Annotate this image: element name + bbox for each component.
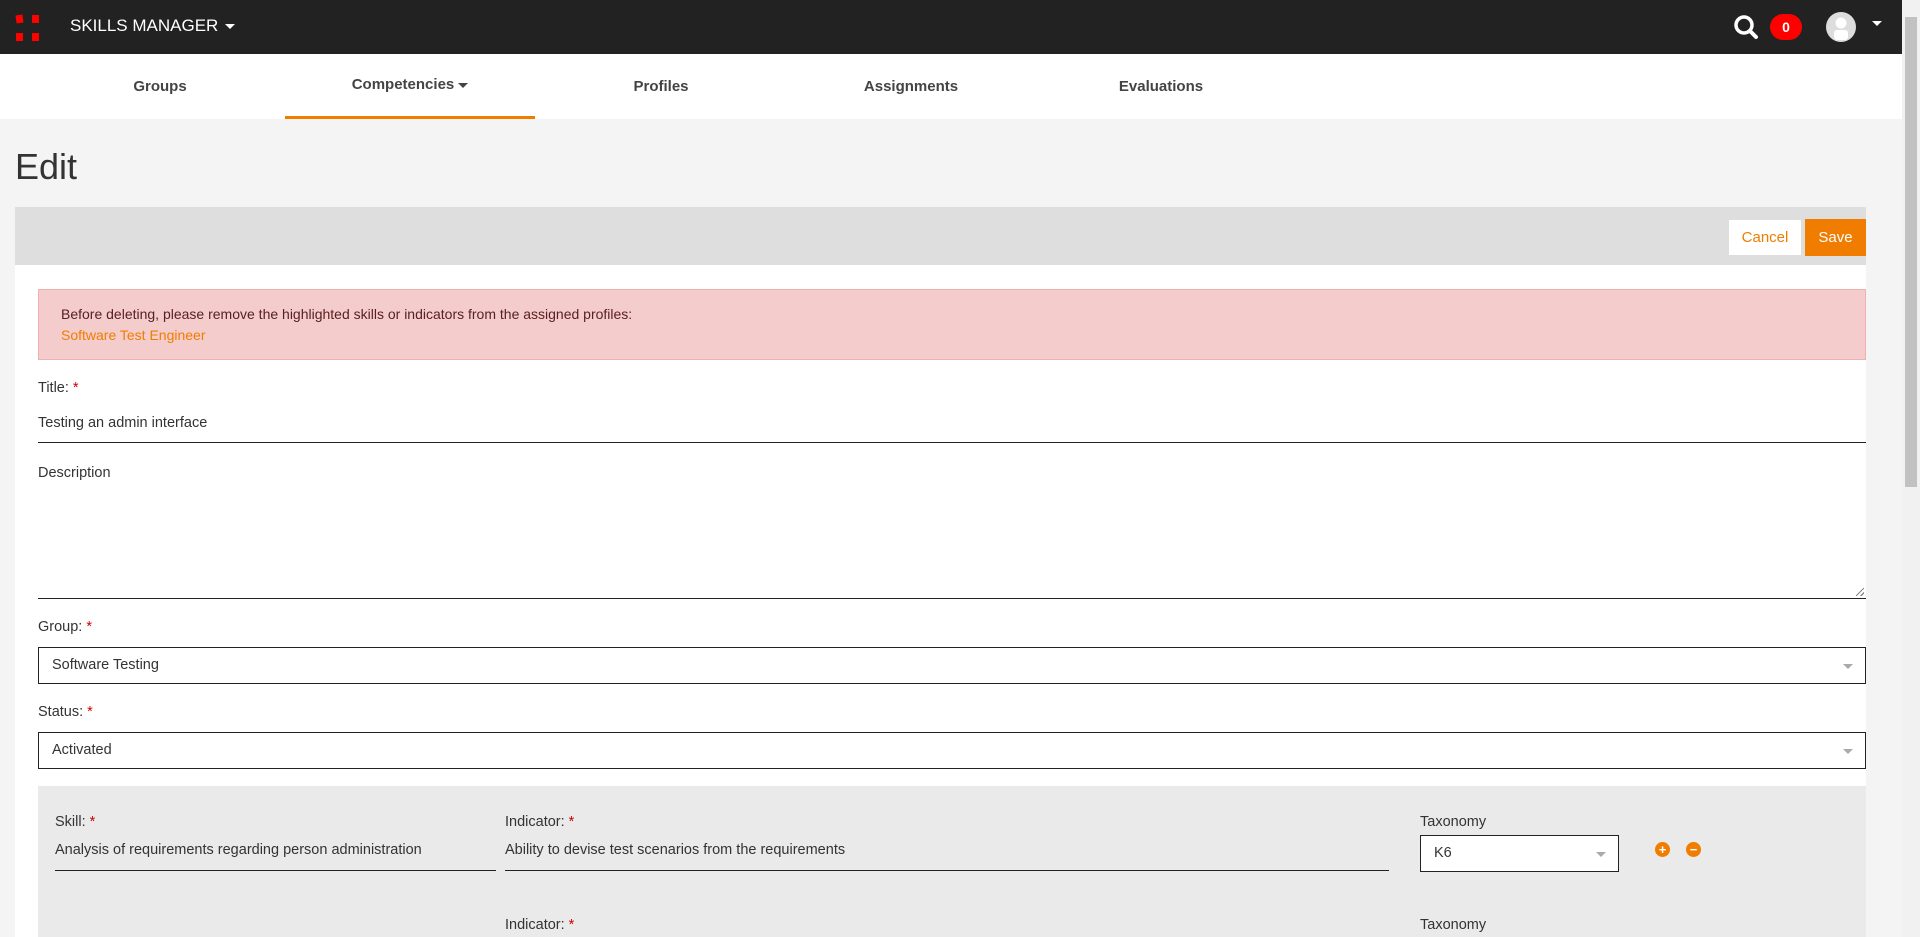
label-text: Group: xyxy=(38,619,83,635)
required-mark: * xyxy=(568,814,575,830)
user-icon xyxy=(1834,17,1848,40)
required-mark: * xyxy=(87,704,93,720)
alert-message: Before deleting, please remove the highl… xyxy=(61,306,633,322)
indicator-label: Indicator: * xyxy=(505,814,574,830)
save-button[interactable]: Save xyxy=(1805,219,1866,256)
tab-assignments[interactable]: Assignments xyxy=(786,54,1036,119)
edit-form: Before deleting, please remove the highl… xyxy=(15,265,1866,937)
skill-label: Skill: * xyxy=(55,814,95,830)
skills-section: Skill: * Indicator: * Taxonomy Analysis of… xyxy=(38,786,1866,937)
search-icon[interactable] xyxy=(1733,14,1759,40)
tab-groups[interactable]: Groups xyxy=(35,54,285,119)
indicator-label-2: Indicator: * xyxy=(505,917,574,933)
vertical-scrollbar[interactable] xyxy=(1902,0,1920,937)
required-mark: * xyxy=(72,380,79,396)
app-name: SKILLS MANAGER xyxy=(70,16,219,35)
label-text: Skill: xyxy=(55,814,86,830)
error-alert: Before deleting, please remove the highl… xyxy=(38,289,1866,360)
status-select[interactable]: Activated xyxy=(38,732,1866,769)
chevron-down-icon xyxy=(1843,663,1853,669)
description-label: Description xyxy=(38,465,111,481)
action-toolbar: Cancel Save xyxy=(15,207,1866,265)
label-text: Indicator: xyxy=(505,814,565,830)
group-label: Group: * xyxy=(38,619,92,635)
required-mark: * xyxy=(86,619,92,635)
required-mark: * xyxy=(89,814,96,830)
label-text: Title: xyxy=(38,380,69,396)
group-select[interactable]: Software Testing xyxy=(38,647,1866,684)
status-value: Activated xyxy=(52,742,112,758)
title-input[interactable]: Testing an admin interface xyxy=(38,415,1866,443)
remove-indicator-icon[interactable]: − xyxy=(1686,842,1701,857)
label-text: Indicator: xyxy=(505,917,565,933)
avatar[interactable] xyxy=(1826,12,1856,42)
indicator-input[interactable]: Ability to devise test scenarios from th… xyxy=(505,842,1389,871)
required-mark: * xyxy=(568,917,575,933)
add-indicator-icon[interactable]: + xyxy=(1655,842,1670,857)
chevron-down-icon xyxy=(225,24,236,30)
description-textarea[interactable] xyxy=(38,495,1866,599)
app-logo-icon[interactable] xyxy=(15,14,42,41)
chevron-down-icon xyxy=(1596,851,1606,857)
scrollbar-thumb[interactable] xyxy=(1905,17,1917,487)
taxonomy-select[interactable]: K6 xyxy=(1420,835,1619,872)
top-bar: SKILLS MANAGER 0 xyxy=(0,0,1902,54)
chevron-down-icon xyxy=(1843,748,1853,754)
chevron-down-icon xyxy=(458,82,469,88)
taxonomy-value: K6 xyxy=(1434,845,1452,861)
skill-input[interactable]: Analysis of requirements regarding perso… xyxy=(55,842,496,871)
app-switcher[interactable]: SKILLS MANAGER xyxy=(70,16,236,36)
main-nav: Groups Competencies Profiles Assignments… xyxy=(0,54,1902,119)
user-menu-chevron-icon[interactable] xyxy=(1872,21,1882,26)
notification-badge[interactable]: 0 xyxy=(1770,14,1802,40)
title-label: Title: * xyxy=(38,380,79,396)
status-label: Status: * xyxy=(38,704,93,720)
label-text: Status: xyxy=(38,704,84,720)
taxonomy-label: Taxonomy xyxy=(1420,814,1487,830)
group-value: Software Testing xyxy=(52,657,159,673)
cancel-button[interactable]: Cancel xyxy=(1729,220,1801,255)
tab-evaluations[interactable]: Evaluations xyxy=(1036,54,1286,119)
tab-competencies[interactable]: Competencies xyxy=(285,54,535,119)
resize-handle-icon[interactable] xyxy=(1856,588,1864,596)
profile-link[interactable]: Software Test Engineer xyxy=(61,325,1843,346)
page-title: Edit xyxy=(15,146,78,187)
tab-label: Competencies xyxy=(351,76,455,93)
taxonomy-label-2: Taxonomy xyxy=(1420,917,1487,933)
tab-profiles[interactable]: Profiles xyxy=(536,54,786,119)
